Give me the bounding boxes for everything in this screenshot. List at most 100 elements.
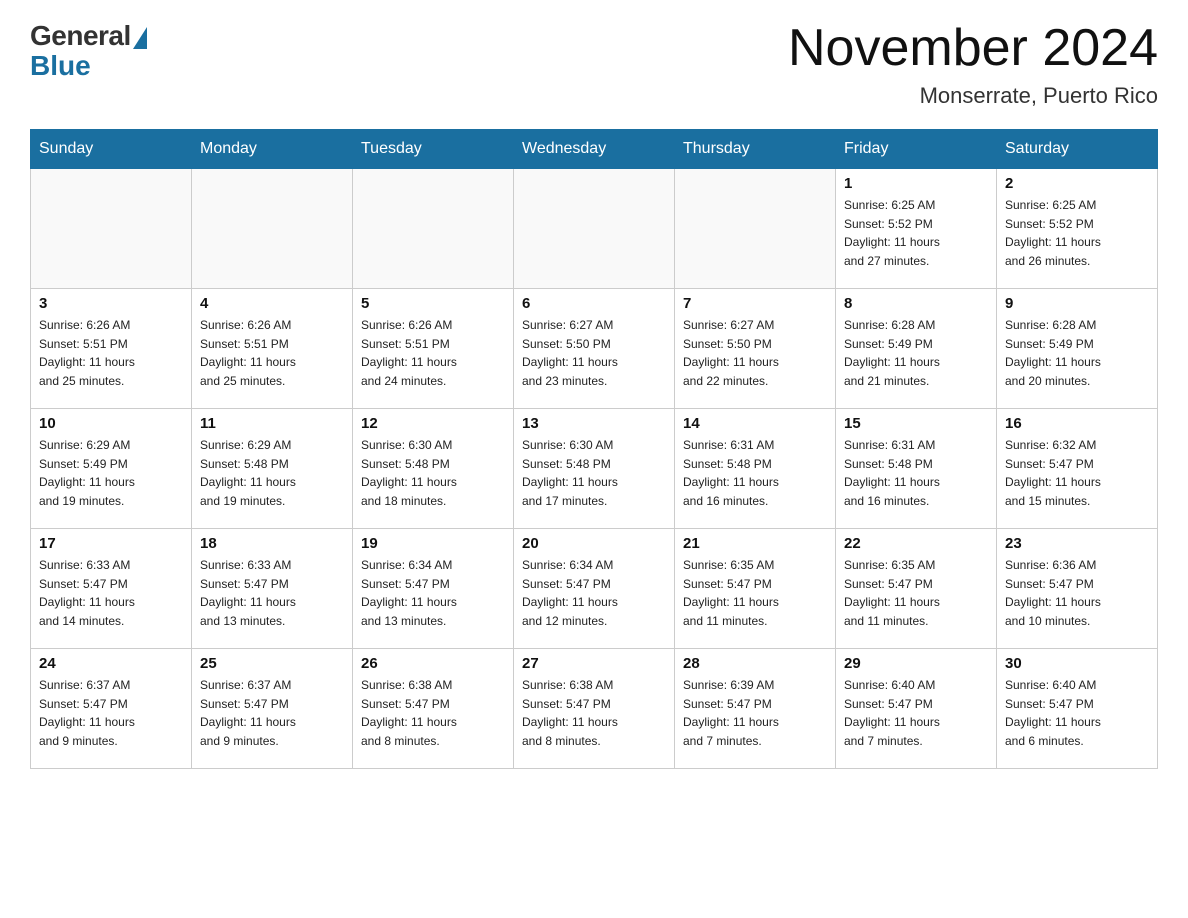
day-number: 4 [200, 295, 344, 312]
day-number: 10 [39, 415, 183, 432]
calendar-cell: 2Sunrise: 6:25 AMSunset: 5:52 PMDaylight… [997, 169, 1158, 289]
day-number: 12 [361, 415, 505, 432]
weekday-header-wednesday: Wednesday [514, 130, 675, 169]
day-number: 23 [1005, 535, 1149, 552]
day-info: Sunrise: 6:37 AMSunset: 5:47 PMDaylight:… [200, 676, 344, 750]
day-info: Sunrise: 6:37 AMSunset: 5:47 PMDaylight:… [39, 676, 183, 750]
day-number: 14 [683, 415, 827, 432]
day-number: 17 [39, 535, 183, 552]
day-info: Sunrise: 6:38 AMSunset: 5:47 PMDaylight:… [522, 676, 666, 750]
day-info: Sunrise: 6:29 AMSunset: 5:49 PMDaylight:… [39, 436, 183, 510]
month-title: November 2024 [788, 20, 1158, 77]
day-number: 29 [844, 655, 988, 672]
weekday-header-sunday: Sunday [31, 130, 192, 169]
calendar-cell: 26Sunrise: 6:38 AMSunset: 5:47 PMDayligh… [353, 649, 514, 769]
calendar-week-row: 3 Sunrise: 6:26 AMSunset: 5:51 PMDaylight… [31, 289, 1158, 409]
day-number: 18 [200, 535, 344, 552]
day-info: Sunrise: 6:30 AMSunset: 5:48 PMDaylight:… [361, 436, 505, 510]
calendar-cell: 22 Sunrise: 6:35 AMSunset: 5:47 PMDayligh… [836, 529, 997, 649]
day-info: Sunrise: 6:35 AMSunset: 5:47 PMDaylight:… [844, 556, 988, 630]
header: General Blue November 2024 Monserrate, P… [30, 20, 1158, 109]
calendar-cell [675, 169, 836, 289]
day-info: Sunrise: 6:28 AMSunset: 5:49 PMDaylight:… [844, 316, 988, 390]
day-number: 22 [844, 535, 988, 552]
day-info: Sunrise: 6:29 AMSunset: 5:48 PMDaylight:… [200, 436, 344, 510]
day-number: 27 [522, 655, 666, 672]
day-info: Sunrise: 6:36 AMSunset: 5:47 PMDaylight:… [1005, 556, 1149, 630]
day-info: Sunrise: 6:26 AMSunset: 5:51 PMDaylight:… [200, 316, 344, 390]
day-number: 15 [844, 415, 988, 432]
calendar-cell: 5 Sunrise: 6:26 AMSunset: 5:51 PMDaylight… [353, 289, 514, 409]
calendar-week-row: 17 Sunrise: 6:33 AMSunset: 5:47 PMDayligh… [31, 529, 1158, 649]
calendar-cell: 30 Sunrise: 6:40 AMSunset: 5:47 PMDayligh… [997, 649, 1158, 769]
day-info: Sunrise: 6:34 AMSunset: 5:47 PMDaylight:… [361, 556, 505, 630]
day-info: Sunrise: 6:33 AMSunset: 5:47 PMDaylight:… [200, 556, 344, 630]
calendar-cell [31, 169, 192, 289]
logo-general-text: General [30, 20, 131, 52]
calendar-week-row: 10 Sunrise: 6:29 AMSunset: 5:49 PMDayligh… [31, 409, 1158, 529]
calendar-cell: 19 Sunrise: 6:34 AMSunset: 5:47 PMDayligh… [353, 529, 514, 649]
calendar-cell: 21 Sunrise: 6:35 AMSunset: 5:47 PMDayligh… [675, 529, 836, 649]
day-number: 30 [1005, 655, 1149, 672]
calendar-cell: 4 Sunrise: 6:26 AMSunset: 5:51 PMDaylight… [192, 289, 353, 409]
day-info: Sunrise: 6:32 AMSunset: 5:47 PMDaylight:… [1005, 436, 1149, 510]
calendar-cell: 12 Sunrise: 6:30 AMSunset: 5:48 PMDayligh… [353, 409, 514, 529]
weekday-header-thursday: Thursday [675, 130, 836, 169]
calendar-week-row: 1 Sunrise: 6:25 AMSunset: 5:52 PMDaylight… [31, 169, 1158, 289]
weekday-header-friday: Friday [836, 130, 997, 169]
calendar-cell: 3 Sunrise: 6:26 AMSunset: 5:51 PMDaylight… [31, 289, 192, 409]
calendar-cell: 13Sunrise: 6:30 AMSunset: 5:48 PMDayligh… [514, 409, 675, 529]
day-number: 11 [200, 415, 344, 432]
logo-blue-text: Blue [30, 50, 91, 82]
day-number: 1 [844, 175, 988, 192]
logo-triangle-icon [133, 27, 147, 49]
calendar-cell: 24 Sunrise: 6:37 AMSunset: 5:47 PMDayligh… [31, 649, 192, 769]
day-info: Sunrise: 6:33 AMSunset: 5:47 PMDaylight:… [39, 556, 183, 630]
day-number: 24 [39, 655, 183, 672]
day-number: 7 [683, 295, 827, 312]
day-info: Sunrise: 6:39 AMSunset: 5:47 PMDaylight:… [683, 676, 827, 750]
day-number: 16 [1005, 415, 1149, 432]
day-number: 5 [361, 295, 505, 312]
day-info: Sunrise: 6:25 AMSunset: 5:52 PMDaylight:… [844, 196, 988, 270]
calendar-cell [353, 169, 514, 289]
day-info: Sunrise: 6:27 AMSunset: 5:50 PMDaylight:… [683, 316, 827, 390]
day-info: Sunrise: 6:26 AMSunset: 5:51 PMDaylight:… [39, 316, 183, 390]
calendar-cell: 20 Sunrise: 6:34 AMSunset: 5:47 PMDayligh… [514, 529, 675, 649]
day-number: 21 [683, 535, 827, 552]
day-info: Sunrise: 6:26 AMSunset: 5:51 PMDaylight:… [361, 316, 505, 390]
title-section: November 2024 Monserrate, Puerto Rico [788, 20, 1158, 109]
day-info: Sunrise: 6:27 AMSunset: 5:50 PMDaylight:… [522, 316, 666, 390]
calendar-cell: 28 Sunrise: 6:39 AMSunset: 5:47 PMDayligh… [675, 649, 836, 769]
calendar-cell [514, 169, 675, 289]
day-info: Sunrise: 6:38 AMSunset: 5:47 PMDaylight:… [361, 676, 505, 750]
day-number: 28 [683, 655, 827, 672]
calendar-cell: 11 Sunrise: 6:29 AMSunset: 5:48 PMDayligh… [192, 409, 353, 529]
calendar-week-row: 24 Sunrise: 6:37 AMSunset: 5:47 PMDayligh… [31, 649, 1158, 769]
calendar-cell [192, 169, 353, 289]
day-info: Sunrise: 6:34 AMSunset: 5:47 PMDaylight:… [522, 556, 666, 630]
location-title: Monserrate, Puerto Rico [788, 83, 1158, 109]
calendar-cell: 8Sunrise: 6:28 AMSunset: 5:49 PMDaylight… [836, 289, 997, 409]
calendar-cell: 14Sunrise: 6:31 AMSunset: 5:48 PMDayligh… [675, 409, 836, 529]
day-number: 20 [522, 535, 666, 552]
day-info: Sunrise: 6:35 AMSunset: 5:47 PMDaylight:… [683, 556, 827, 630]
day-info: Sunrise: 6:30 AMSunset: 5:48 PMDaylight:… [522, 436, 666, 510]
calendar-cell: 18 Sunrise: 6:33 AMSunset: 5:47 PMDayligh… [192, 529, 353, 649]
weekday-header-row: SundayMondayTuesdayWednesdayThursdayFrid… [31, 130, 1158, 169]
day-number: 19 [361, 535, 505, 552]
calendar-cell: 15Sunrise: 6:31 AMSunset: 5:48 PMDayligh… [836, 409, 997, 529]
day-number: 9 [1005, 295, 1149, 312]
calendar-cell: 23 Sunrise: 6:36 AMSunset: 5:47 PMDayligh… [997, 529, 1158, 649]
calendar-cell: 1 Sunrise: 6:25 AMSunset: 5:52 PMDaylight… [836, 169, 997, 289]
day-info: Sunrise: 6:40 AMSunset: 5:47 PMDaylight:… [1005, 676, 1149, 750]
day-info: Sunrise: 6:40 AMSunset: 5:47 PMDaylight:… [844, 676, 988, 750]
day-info: Sunrise: 6:25 AMSunset: 5:52 PMDaylight:… [1005, 196, 1149, 270]
calendar-cell: 17 Sunrise: 6:33 AMSunset: 5:47 PMDayligh… [31, 529, 192, 649]
day-number: 3 [39, 295, 183, 312]
calendar-table: SundayMondayTuesdayWednesdayThursdayFrid… [30, 129, 1158, 769]
calendar-cell: 27 Sunrise: 6:38 AMSunset: 5:47 PMDayligh… [514, 649, 675, 769]
weekday-header-tuesday: Tuesday [353, 130, 514, 169]
calendar-cell: 29 Sunrise: 6:40 AMSunset: 5:47 PMDayligh… [836, 649, 997, 769]
day-number: 6 [522, 295, 666, 312]
